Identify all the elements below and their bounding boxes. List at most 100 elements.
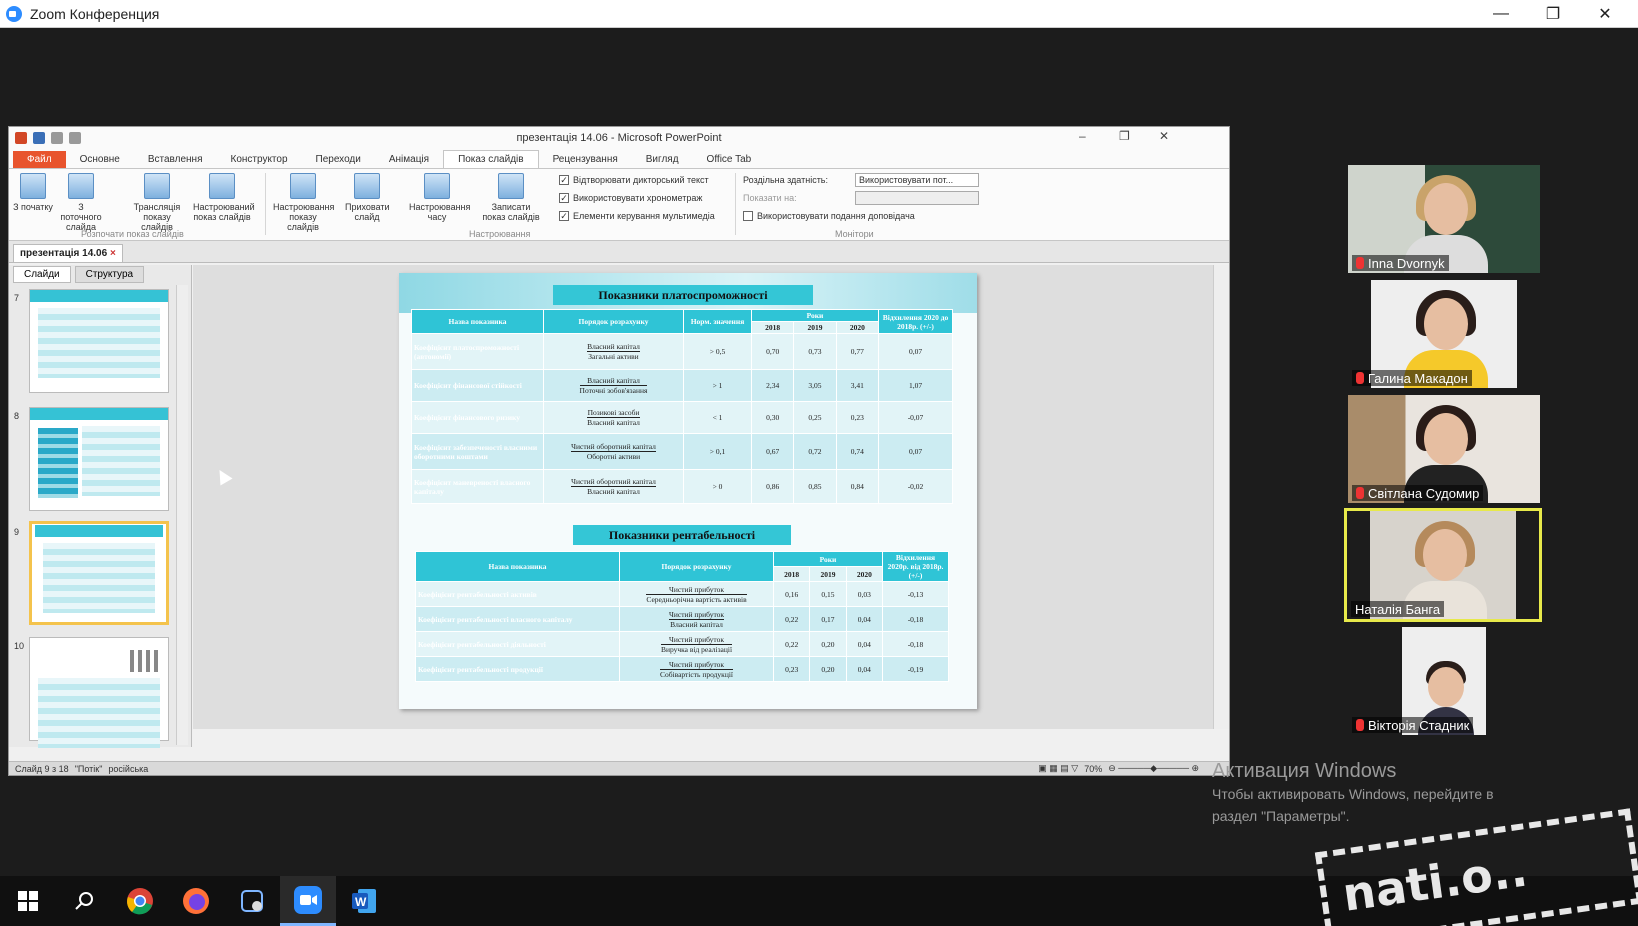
value-cell: 0,04 [845,631,884,657]
slide-scrollbar[interactable] [1213,265,1229,729]
windows-logo-icon [18,891,38,911]
ppt-close-button[interactable]: ✕ [1159,129,1169,143]
close-button[interactable]: ✕ [1582,0,1628,28]
broadcast-button[interactable]: Трансляція показу слайдів [129,173,185,232]
start-button[interactable] [0,876,56,926]
row-name: Коефіцієнт платоспроможності (автономії) [411,333,544,370]
row-name: Коефіцієнт фінансового ризику [411,401,544,434]
dev-cell: 0,07 [878,333,953,370]
slide-thumbnail[interactable] [29,407,169,511]
activation-line2: раздел "Параметры". [1212,808,1350,824]
tab-animation[interactable]: Анімація [375,151,443,168]
pane-scrollbar[interactable] [176,285,188,745]
doc-tab[interactable]: презентація 14.06 × [13,244,123,262]
slide-title-solvency: Показники платоспроможності [553,285,813,305]
tab-review[interactable]: Рецензування [539,151,632,168]
value-cell: 0,72 [793,433,837,470]
ppt-restore-button[interactable]: ❐ [1119,129,1130,143]
tab-slides[interactable]: Слайди [13,265,71,283]
value-cell: 0,03 [845,581,884,607]
current-slide[interactable]: Показники платоспроможності Назва показн… [399,273,977,709]
zoom-level: 70% [1084,763,1103,774]
from-start-button[interactable]: З початку [11,173,55,212]
chrome-taskbar-button[interactable] [112,876,168,926]
timer-icon [424,173,450,199]
dev-cell: -0,19 [882,656,949,682]
slide-number: 7 [14,293,20,303]
norm-cell: > 1 [683,369,752,402]
doc-tab-close-icon[interactable]: × [110,248,116,259]
word-taskbar-button[interactable]: W [336,876,392,926]
minimize-button[interactable]: — [1478,0,1524,28]
value-cell: 0,84 [835,469,880,504]
group-start: Розпочати показ слайдів [81,229,184,239]
slide-counter: Слайд 9 з 18 [15,763,69,774]
search-button[interactable] [56,876,112,926]
ppt-minimize-button[interactable]: – [1079,129,1086,143]
value-cell: 0,23 [835,401,880,434]
app-icon [241,890,263,912]
tab-insert[interactable]: Вставлення [134,151,217,168]
restore-button[interactable]: ❐ [1530,0,1576,28]
show-on-select[interactable] [855,191,979,205]
tab-slideshow[interactable]: Показ слайдів [443,150,539,168]
setup-show-button[interactable]: Настроювання показу слайдів [273,173,334,232]
hide-slide-button[interactable]: Приховати слайд [345,173,390,222]
tab-office-tab[interactable]: Office Tab [693,151,766,168]
slide-thumbnail-selected[interactable] [29,521,169,625]
theme-name: "Потік" [74,763,103,774]
app-taskbar-button[interactable] [224,876,280,926]
narration-checkbox[interactable]: ✓ Відтворювати дикторський текст [559,175,709,185]
solvency-table: Назва показника Порядок розрахунку Норм.… [411,309,953,504]
tab-outline[interactable]: Структура [74,265,145,283]
row-name: Коефіцієнт рентабельності активів [415,581,620,607]
slide-number: 8 [14,411,20,421]
slide-thumbnail[interactable] [29,637,169,748]
row-name: Коефіцієнт фінансової стійкості [411,369,544,402]
view-buttons[interactable]: ▣ ▦ ▤ ▽ [1038,763,1078,774]
dev-cell: -0,18 [882,631,949,657]
slide-canvas: Показники платоспроможності Назва показн… [193,265,1213,729]
row-name: Коефіцієнт рентабельності власного капіт… [415,606,620,632]
resolution-select[interactable]: Використовувати пот... [855,173,979,187]
custom-show-icon [209,173,235,199]
show-on-label: Показати на: [743,193,797,203]
slide-thumbnail[interactable] [29,289,169,393]
from-current-button[interactable]: З поточного слайда [59,173,103,232]
firefox-icon [183,888,209,914]
word-icon: W [352,889,376,913]
dev-cell: -0,07 [878,401,953,434]
language: російська [108,763,149,774]
participant-video[interactable]: Вікторія Стадник [1348,627,1540,735]
tab-transitions[interactable]: Переходи [302,151,375,168]
firefox-taskbar-button[interactable] [168,876,224,926]
tab-view[interactable]: Вигляд [632,151,693,168]
presenter-view-checkbox[interactable]: Використовувати подання доповідача [743,211,915,221]
custom-show-button[interactable]: Настроюваний показ слайдів [193,173,255,222]
media-controls-checkbox[interactable]: ✓ Елементи керування мультимедіа [559,211,715,221]
tab-design[interactable]: Конструктор [217,151,302,168]
participant-video[interactable]: Inna Dvornyk [1348,165,1540,273]
redo-icon[interactable] [69,132,81,144]
value-cell: 0,85 [793,469,837,504]
th-year: 2020 [835,321,880,334]
tab-file[interactable]: Файл [13,151,66,168]
participant-video-active-speaker[interactable]: Наталія Банга [1344,508,1542,622]
rehearse-timings-button[interactable]: Настроювання часу [409,173,470,222]
participant-video[interactable]: Галина Макадон [1348,280,1540,388]
tab-home[interactable]: Основне [66,151,134,168]
record-show-button[interactable]: Записати показ слайдів [481,173,541,222]
chrome-icon [127,888,153,915]
zoom-logo-icon [6,5,22,22]
th-years: Роки [773,551,883,567]
value-cell: 0,70 [750,333,795,370]
zoom-slider[interactable]: ⊖ ─────◆───── ⊕ [1108,763,1199,774]
save-icon[interactable] [33,132,45,144]
zoom-taskbar-button[interactable] [280,876,336,926]
timings-checkbox[interactable]: ✓ Використовувати хронометраж [559,193,702,203]
ppt-document-title: презентація 14.06 - Microsoft PowerPoint [516,132,722,144]
value-cell: 0,73 [793,333,837,370]
participant-video[interactable]: Світлана Судомир [1348,395,1540,503]
undo-icon[interactable] [51,132,63,144]
row-name: Коефіцієнт маневреності власного капітал… [411,469,544,504]
